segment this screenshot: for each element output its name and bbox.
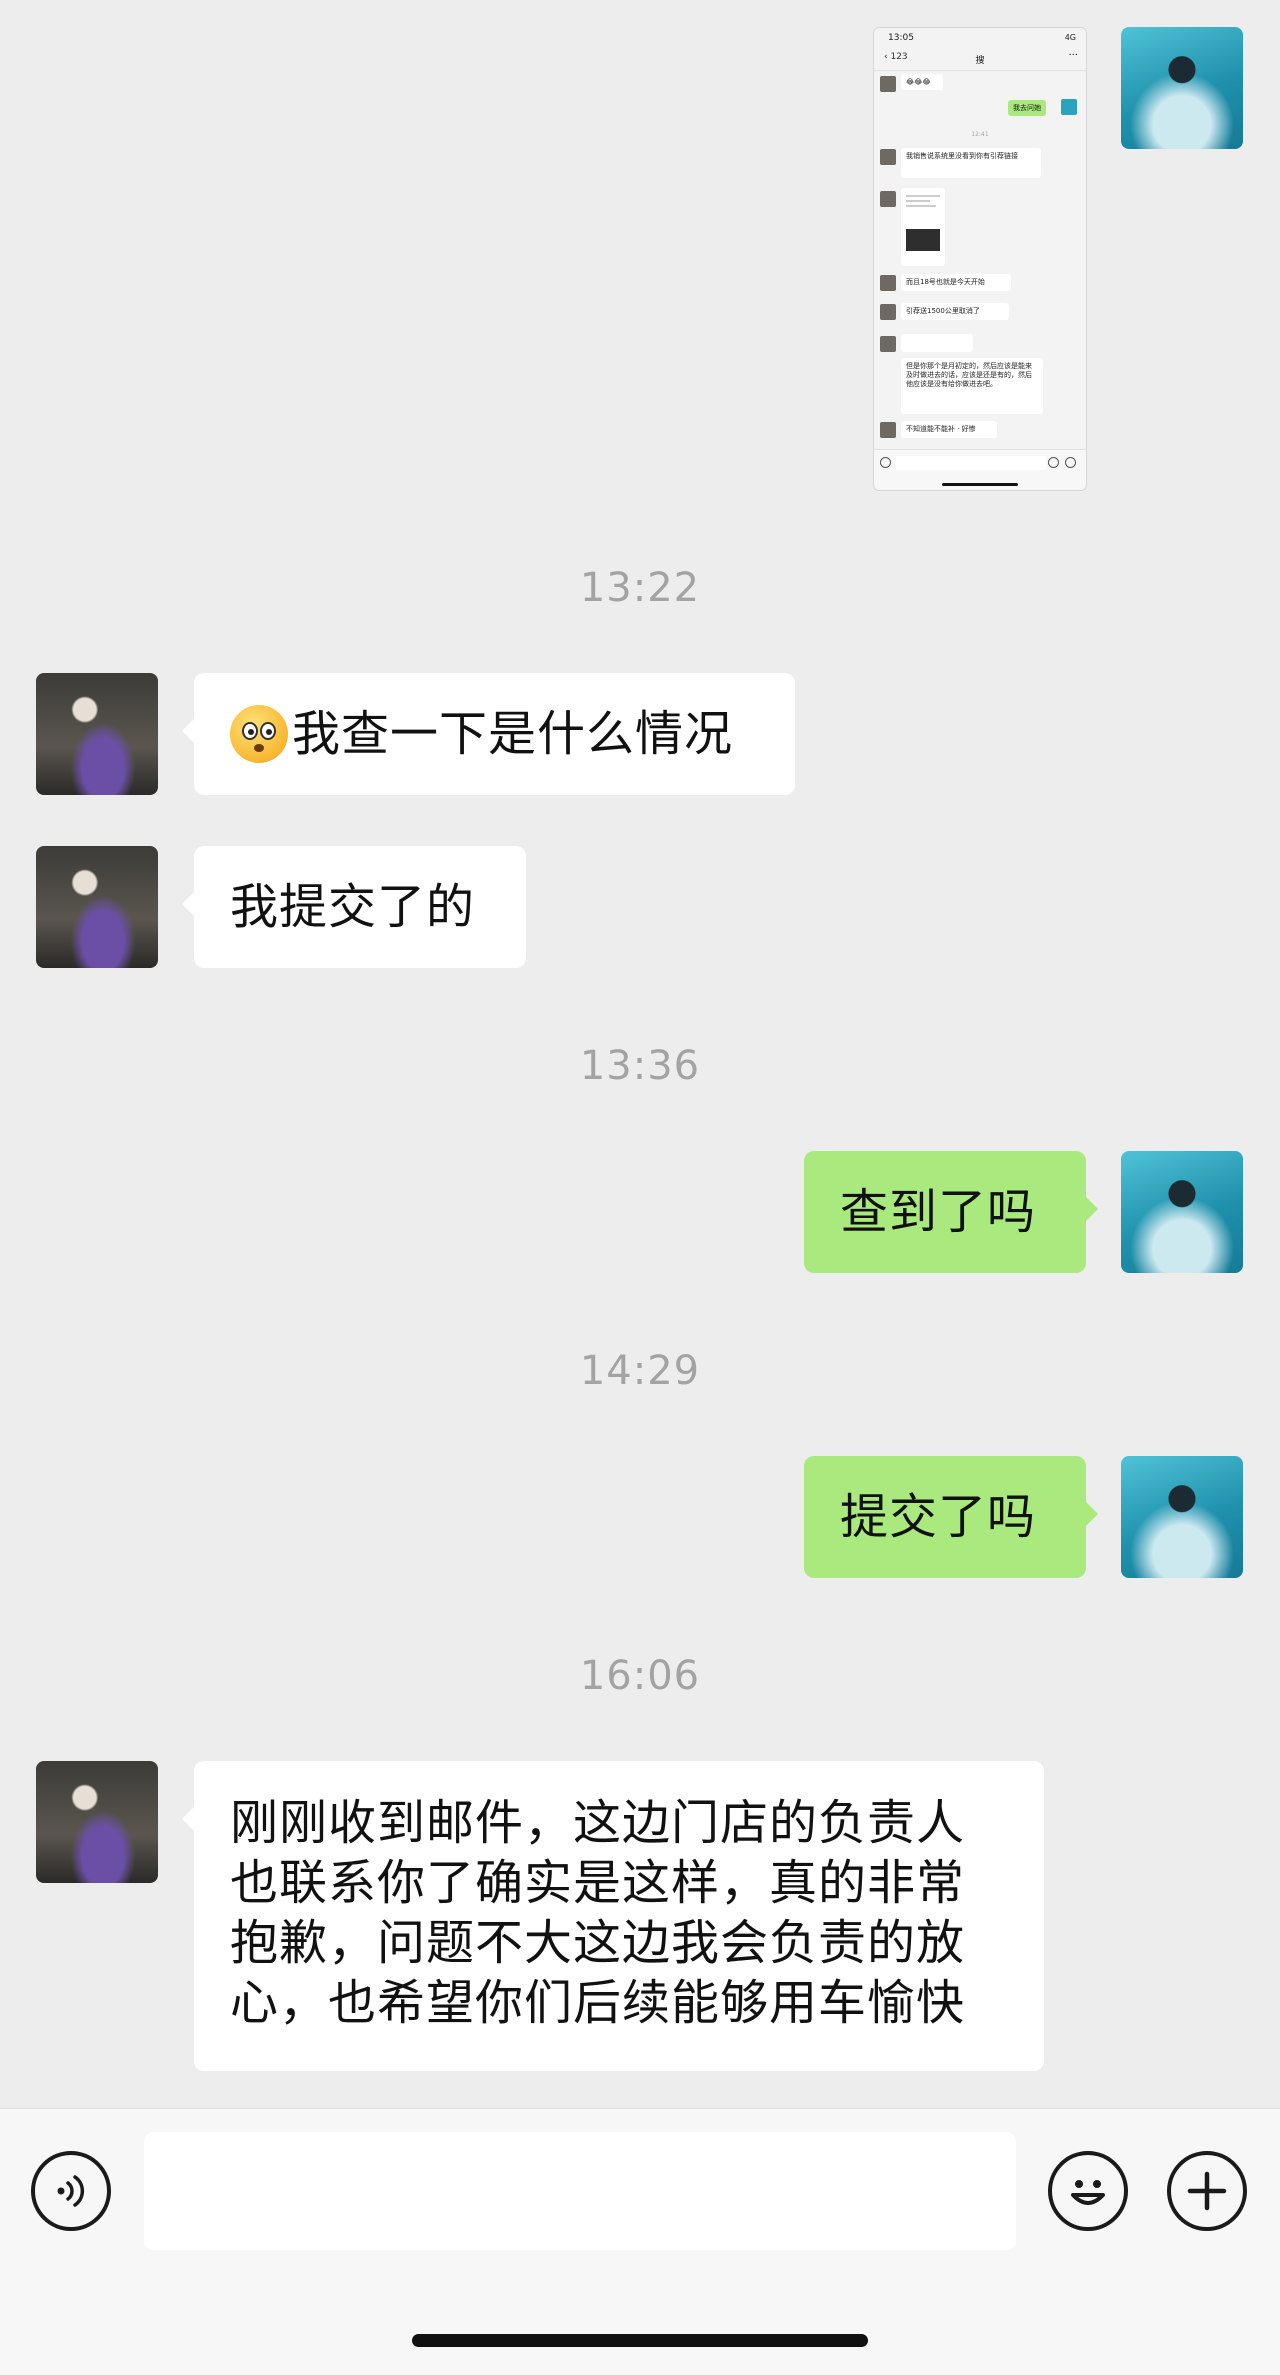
thumb-more-icon: ··· <box>1068 50 1078 61</box>
thumb-message: 引荐送1500公里取消了 <box>901 303 1009 320</box>
plus-icon <box>1187 2171 1227 2211</box>
avatar-me[interactable] <box>1121 1151 1243 1273</box>
thumb-avatar <box>880 336 896 352</box>
message-bubble-outgoing[interactable]: 提交了吗 <box>804 1456 1098 1578</box>
thumb-message: 但是你那个是月初定的，然后应该是能来及时做进去的话，应该是还是有的，然后他应该是… <box>901 358 1043 414</box>
thumb-status-time: 13:05 <box>888 33 914 43</box>
message-text: 提交了吗 <box>840 1489 1037 1545</box>
thumb-avatar <box>880 149 896 165</box>
flushed-face-emoji-icon <box>230 705 288 763</box>
thumb-voice-icon <box>880 457 891 468</box>
timestamp: 16:06 <box>579 1653 701 1699</box>
message-input[interactable] <box>144 2132 1016 2250</box>
thumb-input-bar <box>874 449 1086 490</box>
avatar-me[interactable] <box>1121 1456 1243 1578</box>
thumb-title: 搜 <box>975 56 985 66</box>
timestamp: 14:29 <box>579 1348 701 1394</box>
image-message-thumbnail[interactable]: 13:05 4G ‹ 123 搜 ··· 😂😂😂 我去问她 12:41 我销售说… <box>873 27 1087 491</box>
thumb-avatar <box>880 422 896 438</box>
avatar-contact[interactable] <box>36 1761 158 1883</box>
thumb-nav-bar: ‹ 123 搜 ··· <box>874 50 1086 71</box>
voice-button[interactable] <box>31 2151 111 2231</box>
thumb-avatar <box>880 275 896 291</box>
thumb-avatar <box>880 191 896 207</box>
thumb-plus-icon <box>1065 457 1076 468</box>
thumb-message: 😂😂😂 <box>901 74 943 90</box>
message-text: 刚刚收到邮件，这边门店的负责人也联系你了确实是这样，真的非常抱歉，问题不大这边我… <box>230 1795 966 2031</box>
timestamp: 13:22 <box>579 565 701 611</box>
thumb-status-right: 4G <box>1064 33 1076 42</box>
thumb-message: 我销售说系统里没看到你有引荐链接 <box>901 148 1041 178</box>
chat-area[interactable]: 13:05 4G ‹ 123 搜 ··· 😂😂😂 我去问她 12:41 我销售说… <box>0 0 1280 2108</box>
emoji-button[interactable] <box>1048 2151 1128 2231</box>
thumb-avatar <box>880 304 896 320</box>
avatar-contact[interactable] <box>36 673 158 795</box>
thumb-image-message <box>901 188 945 266</box>
thumb-avatar <box>880 76 896 92</box>
thumb-avatar-me <box>1061 99 1077 115</box>
message-text: 查到了吗 <box>840 1184 1037 1240</box>
message-bubble-incoming[interactable]: 我提交了的 <box>182 846 526 968</box>
message-bubble-incoming[interactable]: 我查一下是什么情况 <box>182 673 795 795</box>
thumb-message: 而且18号也就是今天开始 <box>901 274 1011 291</box>
thumb-message: 不知道能不能补 · 好惨 <box>901 421 997 438</box>
avatar-contact[interactable] <box>36 846 158 968</box>
thumb-emoji-icon <box>1048 457 1059 468</box>
message-bubble-incoming[interactable]: 刚刚收到邮件，这边门店的负责人也联系你了确实是这样，真的非常抱歉，问题不大这边我… <box>182 1761 1044 2071</box>
voice-icon <box>57 2175 85 2207</box>
home-indicator <box>412 2334 868 2347</box>
thumb-message-out: 我去问她 <box>1008 100 1046 116</box>
emoji-icon <box>1071 2180 1105 2205</box>
message-text: 我查一下是什么情况 <box>292 706 734 762</box>
more-plus-button[interactable] <box>1167 2151 1247 2231</box>
thumb-message <box>901 334 973 352</box>
thumb-input <box>896 456 1046 470</box>
message-text: 我提交了的 <box>230 879 476 935</box>
timestamp: 13:36 <box>579 1043 701 1089</box>
message-bubble-outgoing[interactable]: 查到了吗 <box>804 1151 1098 1273</box>
thumb-home-indicator <box>942 483 1018 486</box>
thumb-timestamp: 12:41 <box>971 131 989 138</box>
avatar-me[interactable] <box>1121 27 1243 149</box>
